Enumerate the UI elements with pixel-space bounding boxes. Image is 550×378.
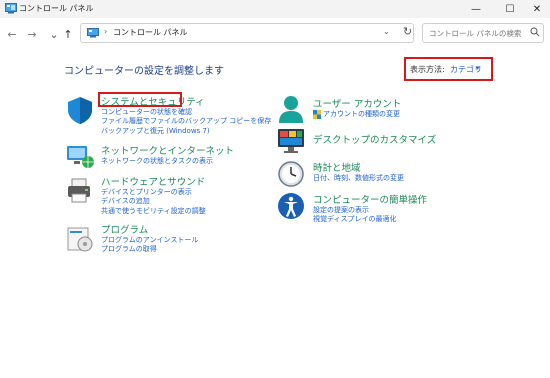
window-title: コントロール パネル bbox=[19, 4, 94, 13]
page-title: コンピューターの設定を調整します bbox=[64, 66, 224, 77]
search-placeholder: コントロール パネルの検索 bbox=[429, 29, 522, 38]
chevron-down-icon[interactable]: ▾ bbox=[476, 64, 480, 72]
refresh-button[interactable]: ↻ bbox=[403, 25, 412, 38]
close-button[interactable]: ✕ bbox=[522, 0, 550, 18]
maximize-button[interactable]: ☐ bbox=[495, 0, 525, 18]
back-button[interactable]: ← bbox=[4, 26, 20, 42]
control-panel-icon bbox=[5, 3, 17, 14]
link-backup-restore[interactable]: バックアップと復元 (Windows 7) bbox=[101, 127, 210, 137]
printer-icon[interactable] bbox=[65, 176, 95, 206]
shield-icon[interactable] bbox=[65, 95, 95, 125]
category-user-accounts[interactable]: ユーザー アカウント bbox=[313, 96, 401, 110]
view-by-label: 表示方法: bbox=[410, 65, 445, 74]
breadcrumb-separator[interactable]: › bbox=[104, 27, 107, 36]
link-mobility-settings[interactable]: 共通で使うモビリティ設定の調整 bbox=[101, 207, 206, 217]
category-network-internet[interactable]: ネットワークとインターネット bbox=[101, 143, 234, 157]
category-hardware-sound[interactable]: ハードウェアとサウンド bbox=[101, 174, 205, 188]
category-appearance[interactable]: デスクトップのカスタマイズ bbox=[313, 132, 436, 146]
category-clock-region[interactable]: 時計と地域 bbox=[313, 160, 361, 174]
link-get-programs[interactable]: プログラムの取得 bbox=[101, 245, 157, 255]
forward-button[interactable]: → bbox=[24, 26, 40, 42]
category-system-security[interactable]: システムとセキュリティ bbox=[101, 94, 205, 108]
search-icon[interactable] bbox=[530, 26, 540, 38]
accessibility-icon[interactable] bbox=[276, 191, 306, 221]
title-bar: コントロール パネル — ☐ ✕ bbox=[0, 0, 550, 18]
address-dropdown-icon[interactable]: ⌄ bbox=[383, 27, 390, 36]
search-input[interactable]: コントロール パネルの検索 bbox=[422, 23, 544, 43]
link-change-account-type[interactable]: アカウントの種類の変更 bbox=[323, 110, 400, 120]
address-bar[interactable]: › コントロール パネル ⌄ bbox=[80, 23, 414, 43]
desktop-icon[interactable] bbox=[276, 126, 306, 156]
address-row: ← → ⌄ ↑ › コントロール パネル ⌄ ↻ コントロール パネルの検索 bbox=[0, 18, 550, 48]
up-button[interactable]: ↑ bbox=[60, 26, 76, 42]
user-icon[interactable] bbox=[276, 94, 306, 124]
view-by-control[interactable]: 表示方法: カテゴリ ▾ bbox=[404, 57, 493, 81]
category-ease-of-access[interactable]: コンピューターの簡単操作 bbox=[313, 192, 427, 206]
link-network-status[interactable]: ネットワークの状態とタスクの表示 bbox=[101, 157, 213, 167]
link-date-time-format[interactable]: 日付、時刻、数値形式の変更 bbox=[313, 174, 404, 184]
breadcrumb-control-panel[interactable]: コントロール パネル bbox=[113, 27, 188, 38]
network-icon[interactable] bbox=[65, 141, 95, 171]
link-add-device[interactable]: デバイスの追加 bbox=[101, 197, 150, 207]
control-panel-icon bbox=[87, 28, 99, 38]
link-file-history[interactable]: ファイル履歴でファイルのバックアップ コピーを保存 bbox=[101, 117, 271, 127]
category-programs[interactable]: プログラム bbox=[101, 222, 148, 236]
clock-icon[interactable] bbox=[276, 159, 306, 189]
uac-shield-icon bbox=[313, 110, 321, 119]
programs-icon[interactable] bbox=[65, 224, 95, 254]
minimize-button[interactable]: — bbox=[461, 0, 491, 18]
link-optimize-display[interactable]: 視覚ディスプレイの最適化 bbox=[313, 215, 397, 225]
